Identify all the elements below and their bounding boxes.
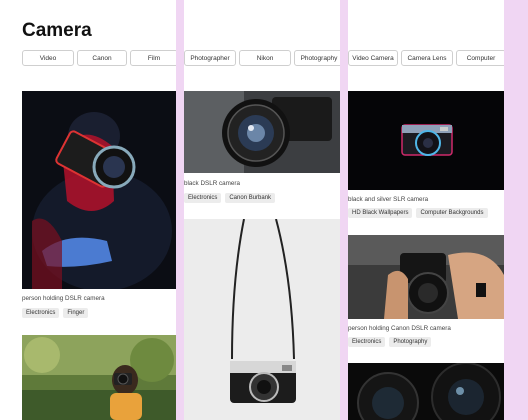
- photo-tags: Electronics Finger: [22, 308, 89, 318]
- tag-chip[interactable]: HD Black Wallpapers: [348, 208, 413, 218]
- tag-chip[interactable]: Finger: [63, 308, 89, 318]
- tab-video-camera[interactable]: Video Camera: [348, 50, 398, 66]
- tag-chip[interactable]: Electronics: [22, 308, 60, 318]
- page: Camera Video Canon Film person holding D…: [0, 0, 528, 420]
- photo-card-hanging-camera[interactable]: [184, 219, 340, 420]
- photo-caption: black and silver SLR camera: [348, 196, 429, 203]
- tag-chip[interactable]: Canon Burbank: [225, 193, 276, 203]
- tag-tab-strip-2: Photographer Nikon Photography: [184, 50, 340, 66]
- tag-tab-strip-3: Video Camera Camera Lens Computer: [348, 50, 504, 66]
- photo-caption: person holding Canon DSLR camera: [348, 325, 451, 332]
- photo-black-silver-slr-image: [348, 91, 504, 190]
- tag-chip[interactable]: Computer Backgrounds: [416, 208, 488, 218]
- photo-card-woman-with-camera[interactable]: [22, 335, 176, 420]
- photo-person-holding-canon-image: [348, 235, 504, 319]
- photo-tags: HD Black Wallpapers Computer Backgrounds: [348, 208, 488, 218]
- photo-caption: black DSLR camera: [184, 180, 240, 187]
- photo-hanging-camera-image: [184, 219, 340, 420]
- tab-camera-lens[interactable]: Camera Lens: [401, 50, 453, 66]
- photo-card-person-holding-dslr[interactable]: [22, 91, 176, 289]
- tab-photography[interactable]: Photography: [294, 50, 340, 66]
- tag-chip[interactable]: Electronics: [348, 337, 386, 347]
- tab-computer[interactable]: Computer: [456, 50, 504, 66]
- masonry-column-3: Video Camera Camera Lens Computer black …: [348, 0, 504, 420]
- photo-card-black-silver-slr[interactable]: [348, 91, 504, 190]
- tab-nikon[interactable]: Nikon: [239, 50, 291, 66]
- tab-film[interactable]: Film: [130, 50, 176, 66]
- page-title: Camera: [22, 20, 92, 41]
- masonry-column-2: Photographer Nikon Photography black DSL…: [184, 0, 340, 420]
- tab-canon[interactable]: Canon: [77, 50, 127, 66]
- photo-black-dslr-image: [184, 91, 340, 173]
- photo-tags: Electronics Photography: [348, 337, 432, 347]
- photo-card-black-dslr[interactable]: [184, 91, 340, 173]
- photo-card-lens-closeup[interactable]: [348, 363, 504, 420]
- tab-video[interactable]: Video: [22, 50, 74, 66]
- tag-tab-strip-1: Video Canon Film: [22, 50, 176, 66]
- photo-woman-with-camera-image: [22, 335, 176, 420]
- photo-lens-closeup-image: [348, 363, 504, 420]
- photo-caption: person holding DSLR camera: [22, 295, 105, 302]
- tab-photographer[interactable]: Photographer: [184, 50, 236, 66]
- photo-card-person-holding-canon[interactable]: [348, 235, 504, 319]
- tag-chip[interactable]: Electronics: [184, 193, 222, 203]
- photo-tags: Electronics Canon Burbank: [184, 193, 276, 203]
- photo-person-holding-dslr-image: [22, 91, 176, 289]
- tag-chip[interactable]: Photography: [389, 337, 432, 347]
- masonry-column-1: Camera Video Canon Film person holding D…: [0, 0, 176, 420]
